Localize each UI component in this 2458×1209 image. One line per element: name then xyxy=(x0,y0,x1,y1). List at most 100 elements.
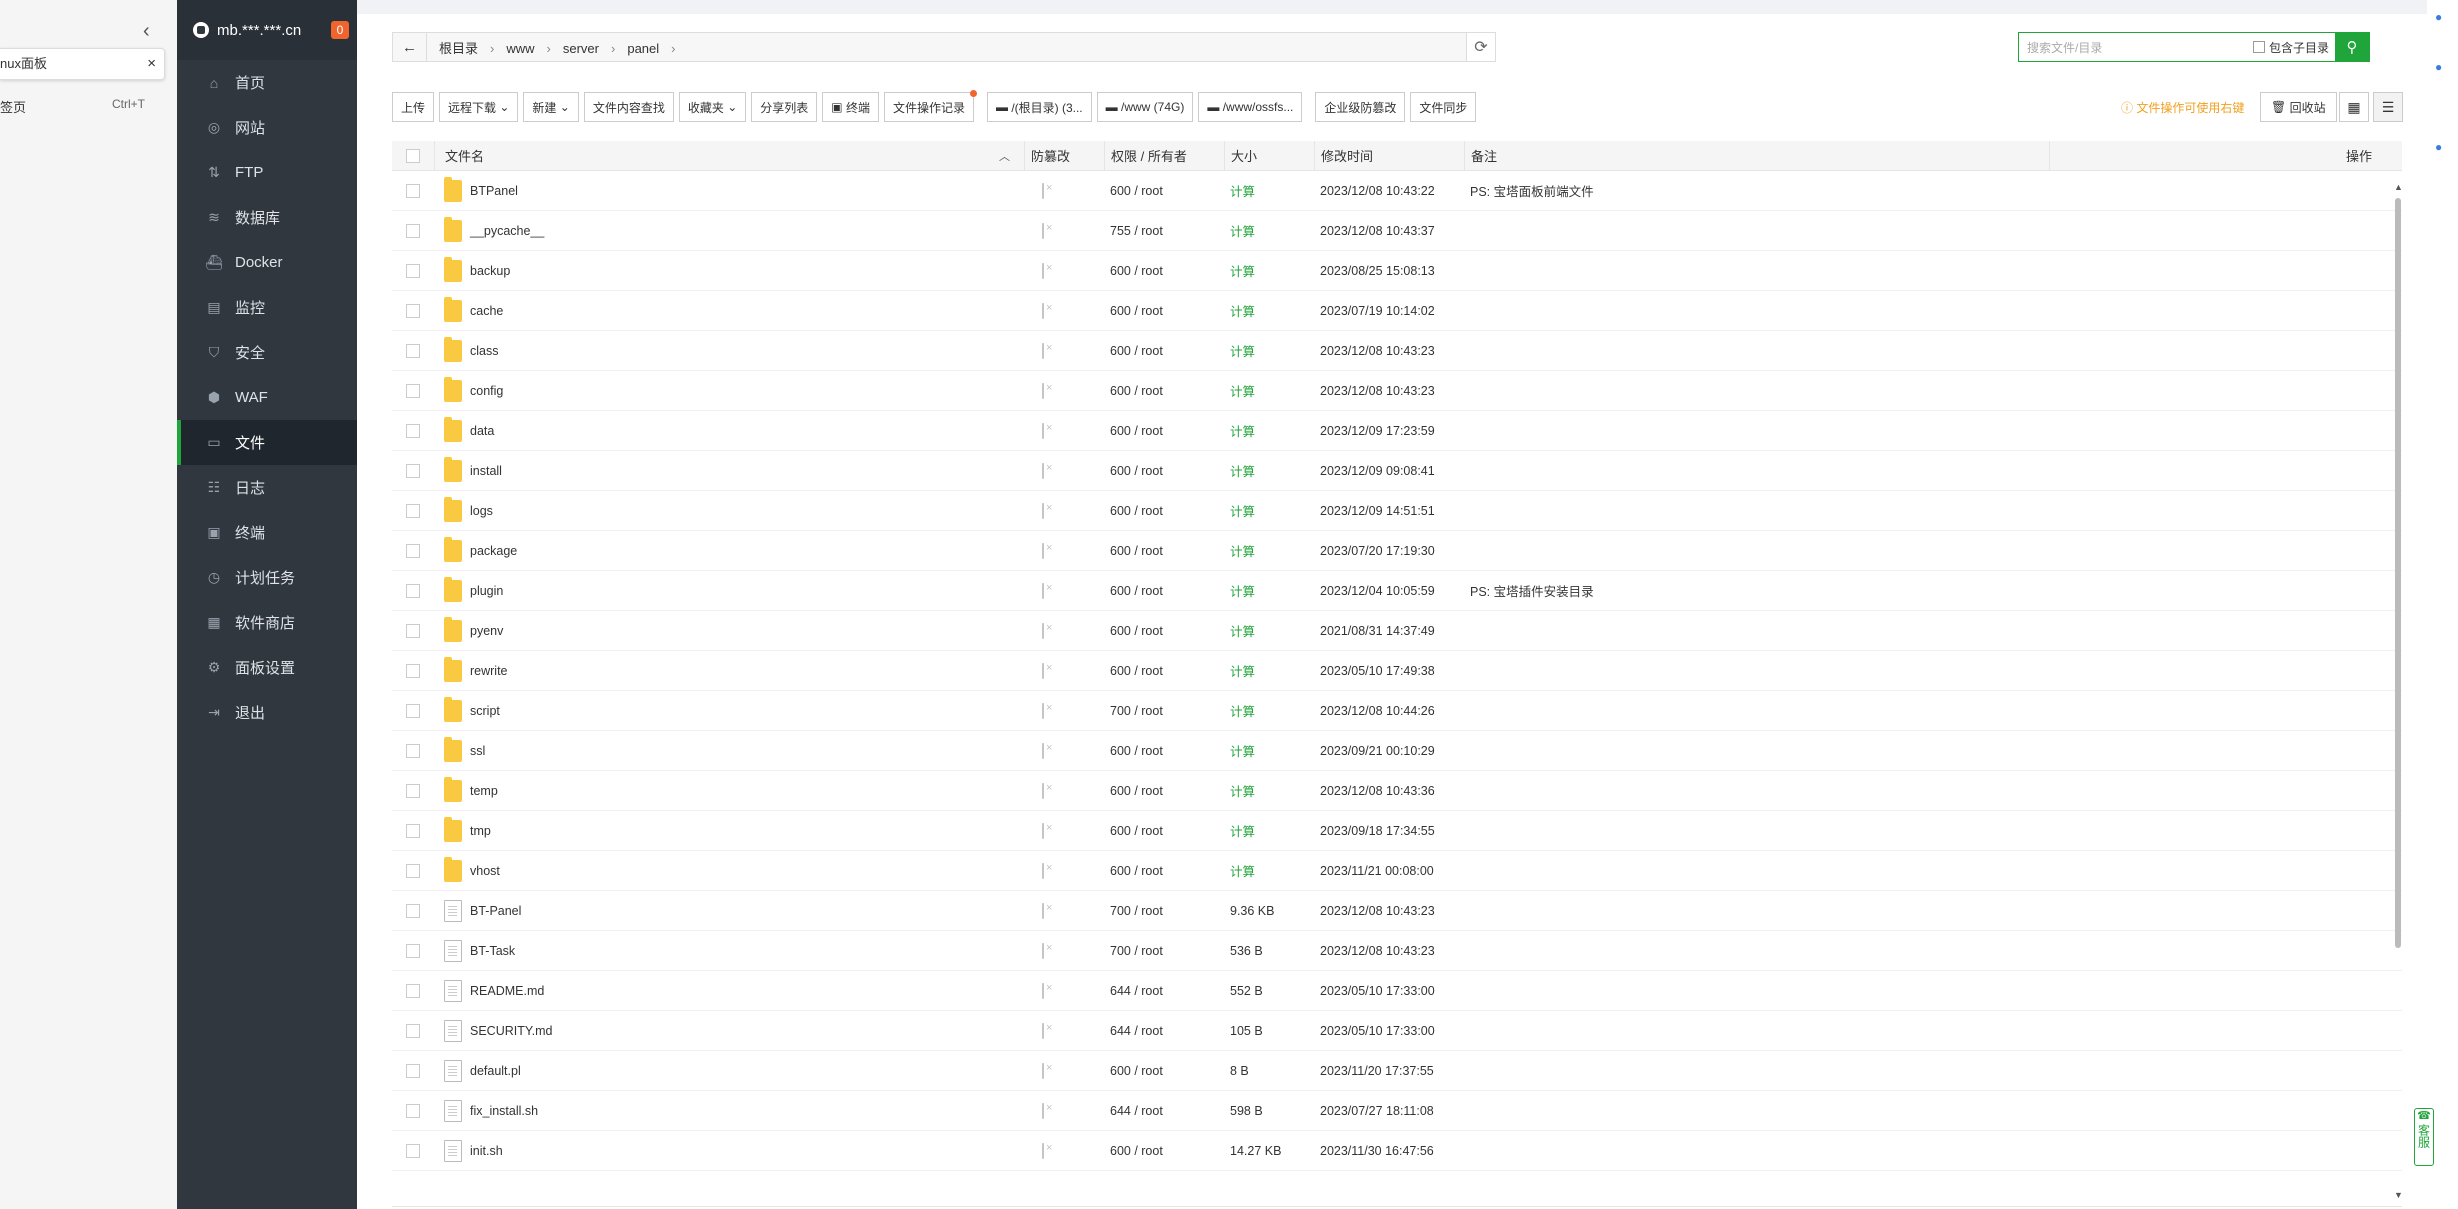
tamper-shield-icon[interactable] xyxy=(1042,1062,1044,1079)
sidebar-item-6[interactable]: ⛉ 安全 xyxy=(177,330,357,375)
table-row[interactable]: install 600 / root 计算 2023/12/09 09:08:41 xyxy=(392,451,2402,491)
tamper-button[interactable]: 企业级防篡改 xyxy=(1315,92,1406,122)
file-perm[interactable]: 644 / root xyxy=(1110,984,1163,998)
disk-oss-button[interactable]: ▬ /www/ossfs... xyxy=(1198,92,1303,122)
disk-www-button[interactable]: ▬ /www (74G) xyxy=(1096,92,1194,122)
breadcrumb-segment[interactable]: panel xyxy=(627,41,659,56)
table-row[interactable]: logs 600 / root 计算 2023/12/09 14:51:51 xyxy=(392,491,2402,531)
file-name[interactable]: fix_install.sh xyxy=(470,1104,538,1118)
breadcrumb-segment[interactable]: server xyxy=(563,41,599,56)
file-size[interactable]: 计算 xyxy=(1230,425,1255,439)
sidebar-item-4[interactable]: ⛴ Docker xyxy=(177,240,357,285)
row-checkbox[interactable] xyxy=(406,783,420,798)
sidebar-item-0[interactable]: ⌂ 首页 xyxy=(177,60,357,105)
file-perm[interactable]: 600 / root xyxy=(1110,344,1163,358)
tamper-shield-icon[interactable] xyxy=(1042,382,1044,399)
file-perm[interactable]: 644 / root xyxy=(1110,1104,1163,1118)
file-name[interactable]: cache xyxy=(470,304,503,318)
file-name[interactable]: package xyxy=(470,544,517,558)
search-input[interactable]: 搜索文件/目录 xyxy=(2019,39,2253,56)
header-size[interactable]: 大小 xyxy=(1231,146,1257,165)
tamper-shield-icon[interactable] xyxy=(1042,422,1044,439)
file-size[interactable]: 计算 xyxy=(1230,185,1255,199)
scrollbar[interactable]: ▲ ▼ xyxy=(2394,182,2403,1200)
header-perm[interactable]: 权限 / 所有者 xyxy=(1111,146,1187,165)
row-checkbox[interactable] xyxy=(406,223,420,238)
table-row[interactable]: rewrite 600 / root 计算 2023/05/10 17:49:38 xyxy=(392,651,2402,691)
share-list-button[interactable]: 分享列表 xyxy=(751,92,818,122)
search-icon[interactable]: ⚲ xyxy=(2335,32,2369,62)
file-name[interactable]: default.pl xyxy=(470,1064,521,1078)
file-note[interactable]: PS: 宝塔面板前端文件 xyxy=(1470,185,1594,199)
file-size[interactable]: 计算 xyxy=(1230,385,1255,399)
breadcrumb-segment[interactable]: www xyxy=(506,41,534,56)
row-checkbox[interactable] xyxy=(406,823,420,838)
sidebar-item-14[interactable]: ⇥ 退出 xyxy=(177,690,357,735)
sidebar-item-5[interactable]: ▤ 监控 xyxy=(177,285,357,330)
table-row[interactable]: __pycache__ 755 / root 计算 2023/12/08 10:43:… xyxy=(392,211,2402,251)
file-name[interactable]: rewrite xyxy=(470,664,508,678)
file-perm[interactable]: 700 / root xyxy=(1110,904,1163,918)
table-row[interactable]: class 600 / root 计算 2023/12/08 10:43:23 xyxy=(392,331,2402,371)
table-row[interactable]: BT-Panel 700 / root 9.36 KB 2023/12/08 10:4… xyxy=(392,891,2402,931)
table-row[interactable]: plugin 600 / root 计算 2023/12/04 10:05:59 PS:… xyxy=(392,571,2402,611)
sync-button[interactable]: 文件同步 xyxy=(1410,92,1477,122)
file-name[interactable]: class xyxy=(470,344,498,358)
table-row[interactable]: data 600 / root 计算 2023/12/09 17:23:59 xyxy=(392,411,2402,451)
file-perm[interactable]: 600 / root xyxy=(1110,864,1163,878)
file-note[interactable]: PS: 宝塔插件安装目录 xyxy=(1470,585,1594,599)
file-name[interactable]: README.md xyxy=(470,984,544,998)
file-size[interactable]: 计算 xyxy=(1230,625,1255,639)
table-row[interactable]: README.md 644 / root 552 B 2023/05/10 17:33… xyxy=(392,971,2402,1011)
sidebar-item-8[interactable]: ▭ 文件 xyxy=(177,420,357,465)
table-row[interactable]: init.sh 600 / root 14.27 KB 2023/11/30 16:4… xyxy=(392,1131,2402,1171)
tamper-shield-icon[interactable] xyxy=(1042,1142,1044,1159)
row-checkbox[interactable] xyxy=(406,983,420,998)
file-name[interactable]: BTPanel xyxy=(470,184,518,198)
file-size[interactable]: 计算 xyxy=(1230,865,1255,879)
table-row[interactable]: default.pl 600 / root 8 B 2023/11/20 17:37:… xyxy=(392,1051,2402,1091)
file-perm[interactable]: 600 / root xyxy=(1110,824,1163,838)
file-name[interactable]: __pycache__ xyxy=(470,224,544,238)
side-icon[interactable]: ● xyxy=(2435,140,2442,154)
table-row[interactable]: package 600 / root 计算 2023/07/20 17:19:30 xyxy=(392,531,2402,571)
header-mtime[interactable]: 修改时间 xyxy=(1321,146,1373,165)
tamper-shield-icon[interactable] xyxy=(1042,502,1044,519)
sidebar-item-10[interactable]: ▣ 终端 xyxy=(177,510,357,555)
tamper-shield-icon[interactable] xyxy=(1042,742,1044,759)
content-search-button[interactable]: 文件内容查找 xyxy=(583,92,674,122)
file-perm[interactable]: 600 / root xyxy=(1110,1144,1163,1158)
tamper-shield-icon[interactable] xyxy=(1042,622,1044,639)
notification-badge[interactable]: 0 xyxy=(331,21,349,39)
file-size[interactable]: 计算 xyxy=(1230,465,1255,479)
sidebar-item-12[interactable]: ▦ 软件商店 xyxy=(177,600,357,645)
row-checkbox[interactable] xyxy=(406,943,420,958)
row-checkbox[interactable] xyxy=(406,503,420,518)
row-checkbox[interactable] xyxy=(406,1143,420,1158)
file-perm[interactable]: 600 / root xyxy=(1110,304,1163,318)
scroll-down-icon[interactable]: ▼ xyxy=(2394,1190,2403,1200)
header-name[interactable]: 文件名 xyxy=(445,146,484,165)
scroll-thumb[interactable] xyxy=(2395,198,2401,948)
tamper-shield-icon[interactable] xyxy=(1042,302,1044,319)
recycle-bin-button[interactable]: 🗑 回收站 xyxy=(2260,92,2337,122)
file-perm[interactable]: 600 / root xyxy=(1110,504,1163,518)
terminal-button[interactable]: ▣ 终端 xyxy=(822,92,879,122)
table-row[interactable]: temp 600 / root 计算 2023/12/08 10:43:36 xyxy=(392,771,2402,811)
row-checkbox[interactable] xyxy=(406,623,420,638)
checkbox[interactable] xyxy=(2252,41,2265,53)
tamper-shield-icon[interactable] xyxy=(1042,702,1044,719)
table-row[interactable]: BT-Task 700 / root 536 B 2023/12/08 10:43:2… xyxy=(392,931,2402,971)
op-log-button[interactable]: 文件操作记录 xyxy=(883,90,977,122)
side-icon[interactable]: ● xyxy=(2435,60,2442,74)
row-checkbox[interactable] xyxy=(406,583,420,598)
tamper-shield-icon[interactable] xyxy=(1042,262,1044,279)
new-button[interactable]: 新建 ⌄ xyxy=(523,92,579,122)
file-name[interactable]: tmp xyxy=(470,824,491,838)
table-row[interactable]: config 600 / root 计算 2023/12/08 10:43:23 xyxy=(392,371,2402,411)
back-arrow-icon[interactable]: ← xyxy=(393,33,427,61)
file-size[interactable]: 计算 xyxy=(1230,345,1255,359)
row-checkbox[interactable] xyxy=(406,703,420,718)
table-row[interactable]: tmp 600 / root 计算 2023/09/18 17:34:55 xyxy=(392,811,2402,851)
grid-view-icon[interactable]: ▦ xyxy=(2339,92,2369,122)
